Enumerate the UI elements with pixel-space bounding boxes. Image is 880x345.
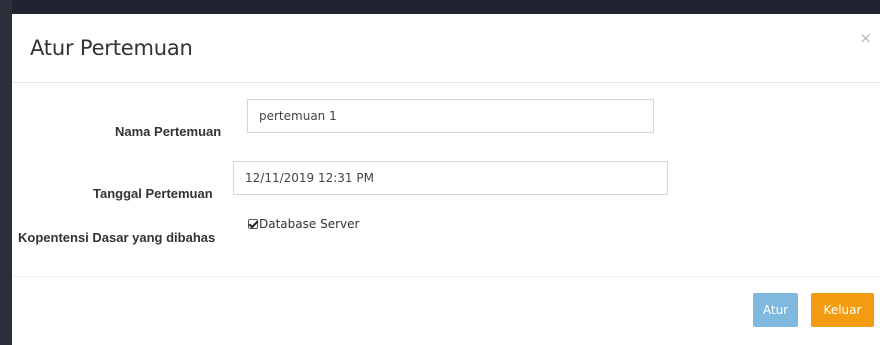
nama-pertemuan-label: Nama Pertemuan xyxy=(115,124,222,139)
close-icon[interactable]: × xyxy=(859,31,872,46)
tanggal-pertemuan-input[interactable] xyxy=(233,161,668,195)
modal-footer: Atur Keluar xyxy=(12,276,880,345)
keluar-button[interactable]: Keluar xyxy=(811,293,874,327)
tanggal-pertemuan-label: Tanggal Pertemuan xyxy=(93,186,213,201)
modal-header: Atur Pertemuan × xyxy=(12,14,880,83)
modal-title: Atur Pertemuan xyxy=(30,36,193,60)
nama-pertemuan-input[interactable] xyxy=(247,99,654,133)
checkbox-checked-icon[interactable] xyxy=(248,219,258,229)
atur-button[interactable]: Atur xyxy=(753,293,798,327)
atur-pertemuan-modal: Atur Pertemuan × Nama Pertemuan Tanggal … xyxy=(12,14,880,345)
kompetensi-option-database-server[interactable]: Database Server xyxy=(248,217,359,231)
page-backdrop xyxy=(0,0,12,345)
checkbox-label[interactable]: Database Server xyxy=(259,217,359,231)
kompetensi-dasar-label: Kopentensi Dasar yang dibahas xyxy=(18,230,216,245)
